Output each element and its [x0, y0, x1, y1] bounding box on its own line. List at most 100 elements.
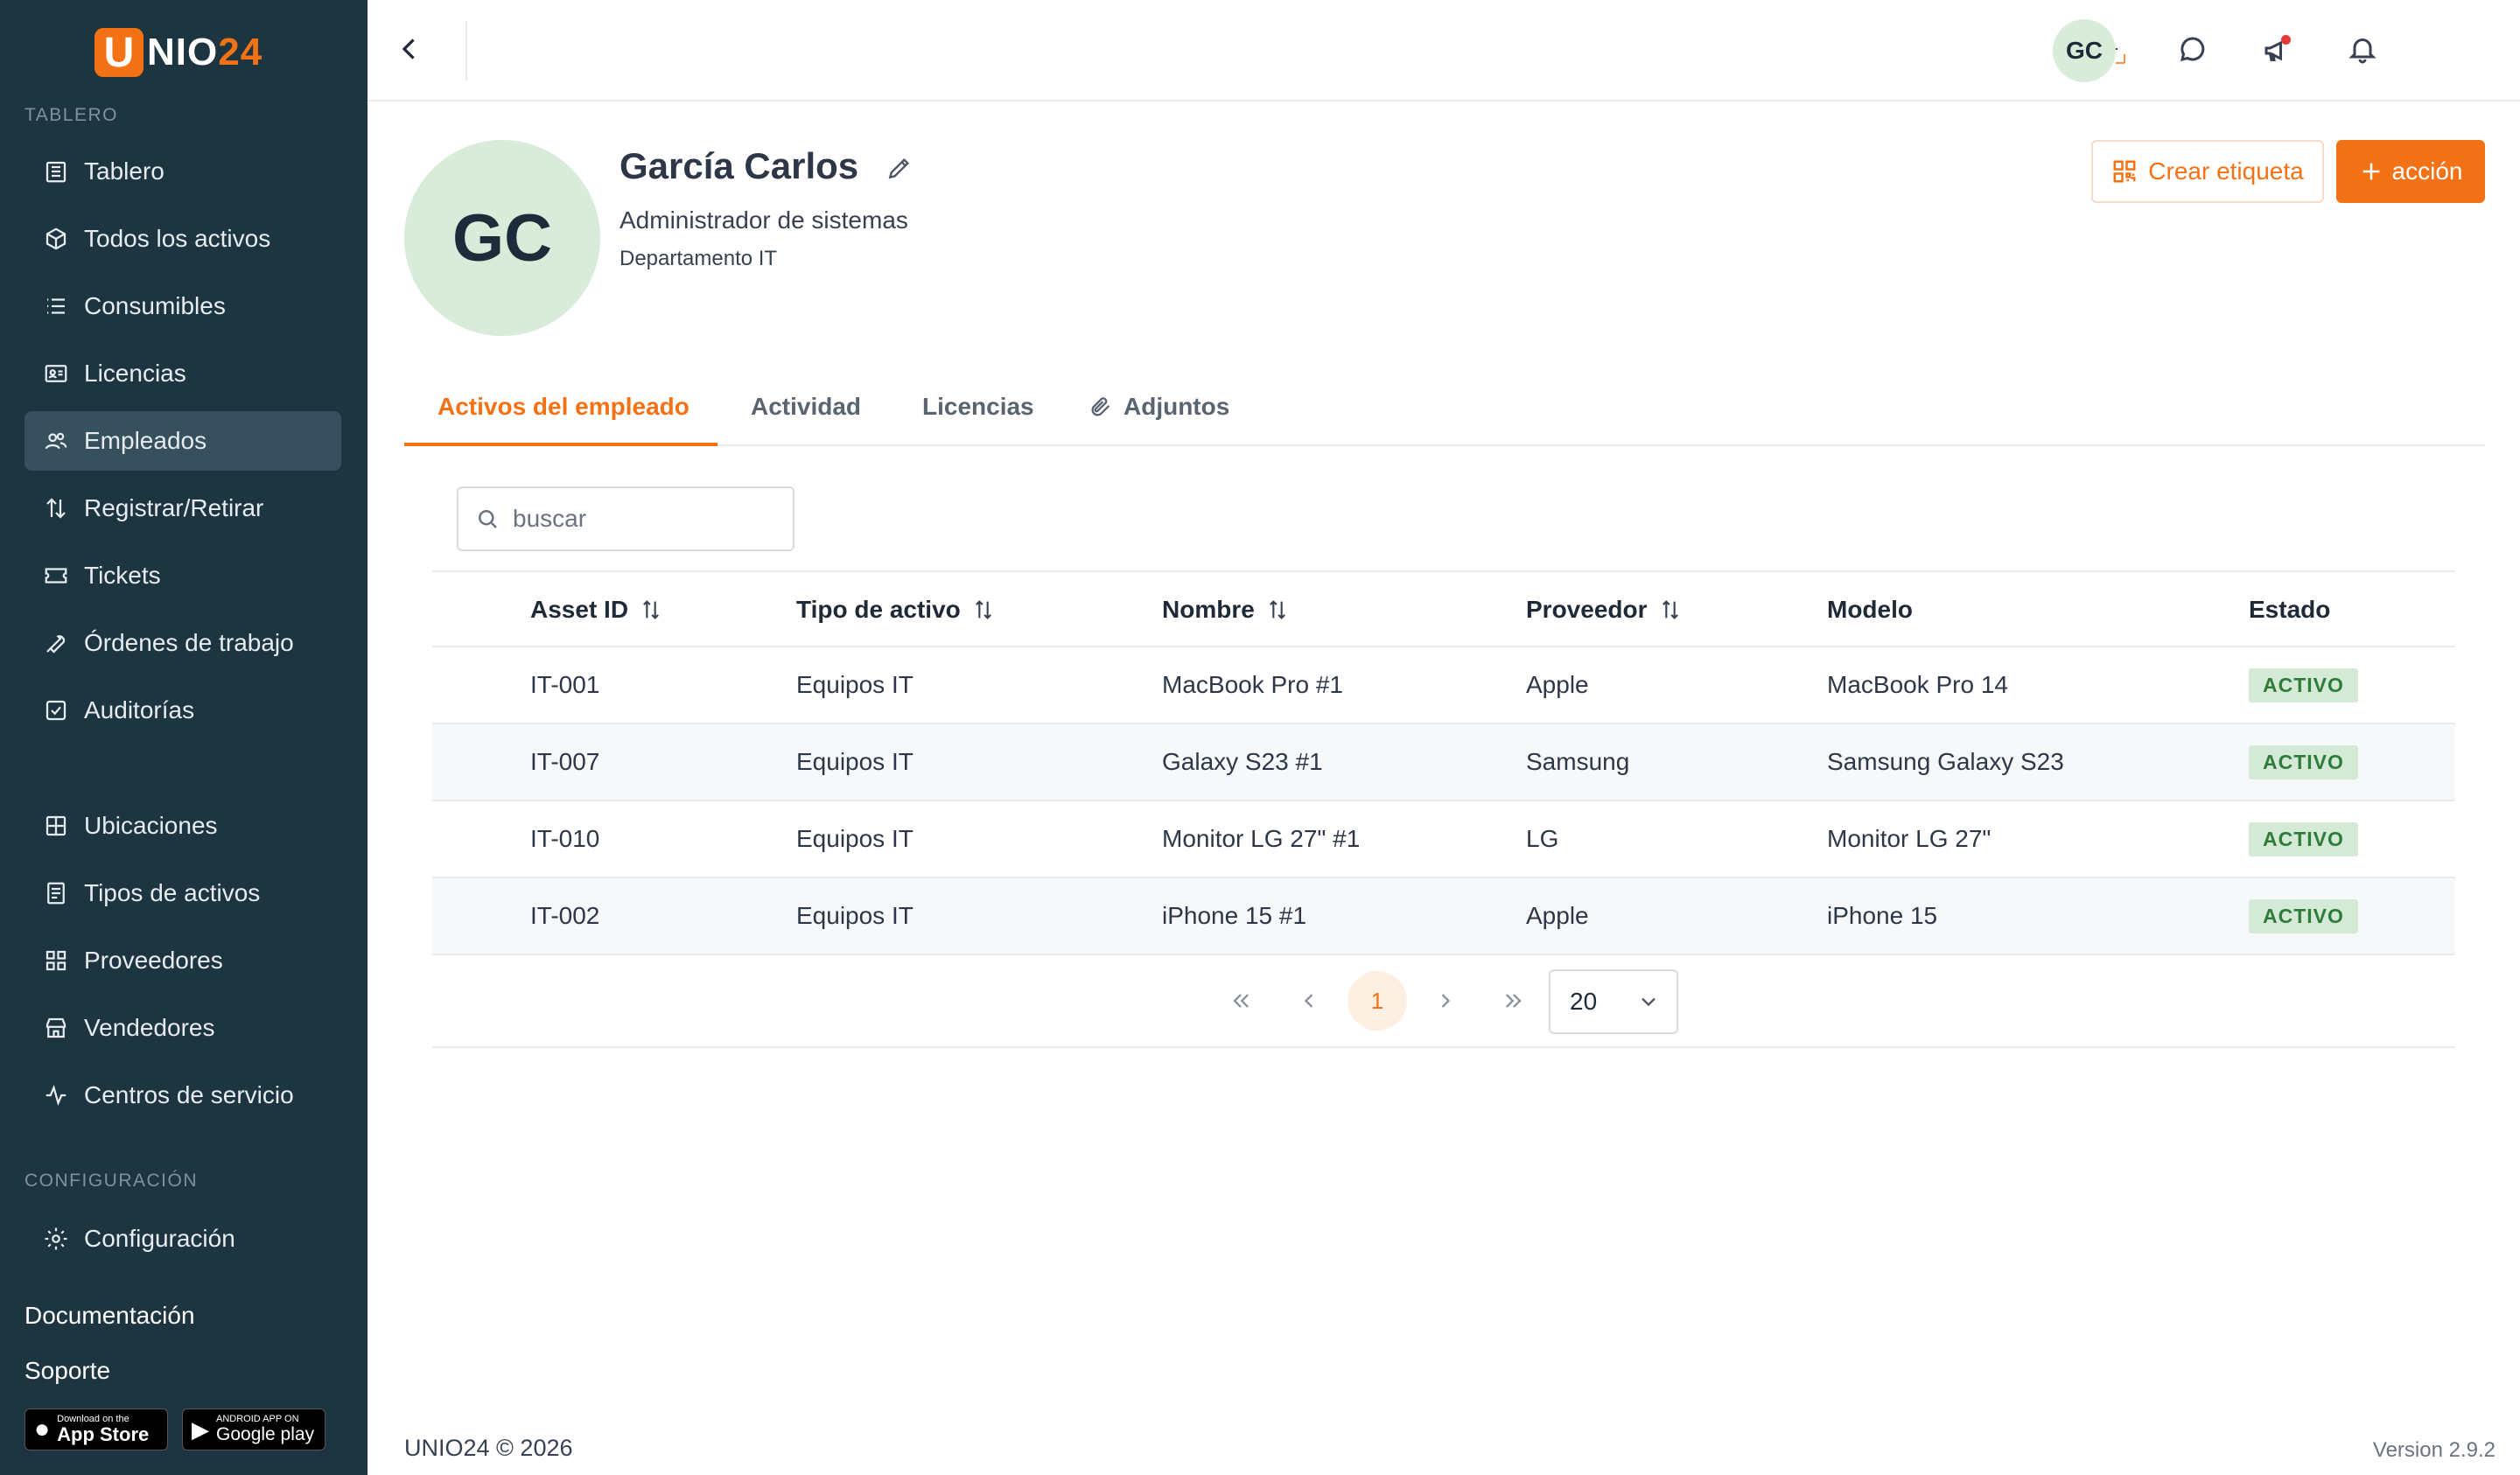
chevron-down-icon: [1636, 989, 1661, 1014]
section-label-configuracion: CONFIGURACIÓN: [24, 1171, 198, 1191]
play-icon: ▶: [192, 1416, 209, 1443]
cell-vendor: Apple: [1526, 671, 1589, 698]
chat-button[interactable]: [2172, 30, 2214, 72]
chevron-left-icon: [1297, 989, 1321, 1013]
sidebar-item-tickets[interactable]: Tickets: [24, 546, 341, 605]
sidebar-item-proveedores[interactable]: Proveedores: [24, 931, 341, 990]
sidebar-item-label: Tipos de activos: [84, 879, 261, 906]
table-row[interactable]: IT-010 Equipos IT Monitor LG 27" #1 LG M…: [432, 801, 2455, 878]
apple-icon: ●: [34, 1415, 51, 1444]
sidebar-item-ubicaciones[interactable]: Ubicaciones: [24, 796, 341, 856]
sidebar-item-label: Auditorías: [84, 696, 195, 724]
plus-icon: [2359, 159, 2384, 184]
cell-status: ACTIVO: [2249, 801, 2358, 877]
status-badge: ACTIVO: [2249, 898, 2358, 933]
back-button[interactable]: [388, 30, 430, 72]
table-row[interactable]: IT-007 Equipos IT Galaxy S23 #1 Samsung …: [432, 724, 2455, 801]
sidebar-item-todos-los-activos[interactable]: Todos los activos: [24, 209, 341, 269]
sidebar-item-label: Empleados: [84, 427, 207, 454]
sidebar-item-licencias[interactable]: Licencias: [24, 344, 341, 403]
active-tab-indicator: [404, 443, 718, 446]
chevrons-right-icon: [1502, 989, 1526, 1013]
notification-dot: [2281, 35, 2291, 45]
tab-actividad[interactable]: Actividad: [751, 367, 861, 446]
sidebar-item-configuracion[interactable]: Configuración: [24, 1209, 341, 1269]
sort-icon: [1662, 600, 1678, 619]
sidebar-item-empleados[interactable]: Empleados: [24, 411, 341, 471]
sidebar-item-registrar-retirar[interactable]: Registrar/Retirar: [24, 479, 341, 538]
chevron-right-icon: [1433, 989, 1458, 1013]
cell-asset-id: IT-007: [530, 748, 600, 775]
google-play-badge[interactable]: ▶ ANDROID APP ON Google play: [182, 1409, 326, 1451]
pagination: 1 20: [432, 957, 2455, 1048]
chevrons-left-icon: [1228, 989, 1253, 1013]
assets-table: Asset ID Tipo de activo Nombre Proveedor…: [432, 570, 2455, 955]
sidebar-item-label: Proveedores: [84, 947, 223, 974]
support-link[interactable]: Soporte: [24, 1357, 110, 1385]
first-page-button[interactable]: [1211, 971, 1270, 1031]
tab-activos-del-empleado[interactable]: Activos del empleado: [438, 367, 690, 446]
blocks-icon: [40, 945, 72, 976]
logo[interactable]: U NIO24: [94, 26, 262, 79]
table-row[interactable]: IT-001 Equipos IT MacBook Pro #1 Apple M…: [432, 647, 2455, 724]
column-asset-id[interactable]: Asset ID: [530, 572, 663, 647]
ticket-icon: [40, 560, 72, 591]
gear-icon: [40, 1223, 72, 1255]
next-page-button[interactable]: [1416, 971, 1475, 1031]
prev-page-button[interactable]: [1279, 971, 1339, 1031]
qr-code-icon: [2111, 158, 2138, 185]
sort-icon: [975, 600, 991, 619]
page-size-select[interactable]: 20: [1549, 969, 1678, 1034]
footer-copyright: UNIO24 © 2026: [404, 1435, 573, 1461]
last-page-button[interactable]: [1484, 971, 1544, 1031]
status-badge: ACTIVO: [2249, 668, 2358, 703]
page-1-button[interactable]: 1: [1348, 971, 1407, 1031]
list-icon: [40, 290, 72, 322]
sidebar: U NIO24 TABLERO Tablero Todos los activo…: [0, 0, 368, 1475]
document-icon: [40, 877, 72, 909]
sidebar-item-consumibles[interactable]: Consumibles: [24, 276, 341, 336]
cell-status: ACTIVO: [2249, 724, 2358, 800]
employee-name: García Carlos: [620, 145, 859, 186]
checkbox-icon: [40, 695, 72, 726]
announcements-button[interactable]: [2256, 30, 2298, 72]
sidebar-item-vendedores[interactable]: Vendedores: [24, 998, 341, 1058]
cell-asset-type: Equipos IT: [796, 825, 914, 852]
column-estado[interactable]: Estado: [2249, 572, 2330, 647]
documentation-link[interactable]: Documentación: [24, 1302, 195, 1330]
tab-licencias[interactable]: Licencias: [922, 367, 1034, 446]
column-tipo-de-activo[interactable]: Tipo de activo: [796, 572, 996, 647]
edit-button[interactable]: [882, 152, 917, 187]
app-store-badge[interactable]: ● Download on the App Store: [24, 1409, 168, 1451]
table-row[interactable]: IT-002 Equipos IT iPhone 15 #1 Apple iPh…: [432, 878, 2455, 955]
cell-vendor: Samsung: [1526, 748, 1630, 775]
cell-status: ACTIVO: [2249, 878, 2358, 954]
sidebar-item-ordenes-de-trabajo[interactable]: Órdenes de trabajo: [24, 613, 341, 673]
sidebar-item-centros-de-servicio[interactable]: Centros de servicio: [24, 1066, 341, 1125]
search-input[interactable]: [513, 505, 775, 533]
cell-model: Samsung Galaxy S23: [1827, 748, 2064, 775]
sidebar-item-label: Consumibles: [84, 292, 226, 319]
column-proveedor[interactable]: Proveedor: [1526, 572, 1683, 647]
sidebar-item-auditorias[interactable]: Auditorías: [24, 681, 341, 740]
cell-model: Monitor LG 27": [1827, 825, 1992, 852]
sidebar-item-tipos-de-activos[interactable]: Tipos de activos: [24, 863, 341, 923]
cell-asset-type: Equipos IT: [796, 671, 914, 698]
divider: [466, 21, 467, 80]
megaphone-icon: [2261, 35, 2292, 66]
action-button[interactable]: acción: [2336, 140, 2485, 203]
sidebar-item-label: Tablero: [84, 157, 164, 185]
bell-icon: [2347, 33, 2378, 69]
tab-adjuntos[interactable]: Adjuntos: [1088, 367, 1229, 446]
sidebar-item-label: Todos los activos: [84, 225, 271, 252]
cell-name: MacBook Pro #1: [1162, 671, 1343, 698]
notifications-button[interactable]: [2342, 30, 2384, 72]
search-icon: [474, 506, 500, 532]
cell-asset-id: IT-001: [530, 671, 600, 698]
column-nombre[interactable]: Nombre: [1162, 572, 1290, 647]
user-avatar[interactable]: GC: [2053, 19, 2116, 82]
sidebar-item-tablero[interactable]: Tablero: [24, 142, 341, 201]
create-label-button[interactable]: Crear etiqueta: [2091, 140, 2324, 203]
column-modelo[interactable]: Modelo: [1827, 572, 1913, 647]
section-label-tablero: TABLERO: [24, 105, 118, 125]
